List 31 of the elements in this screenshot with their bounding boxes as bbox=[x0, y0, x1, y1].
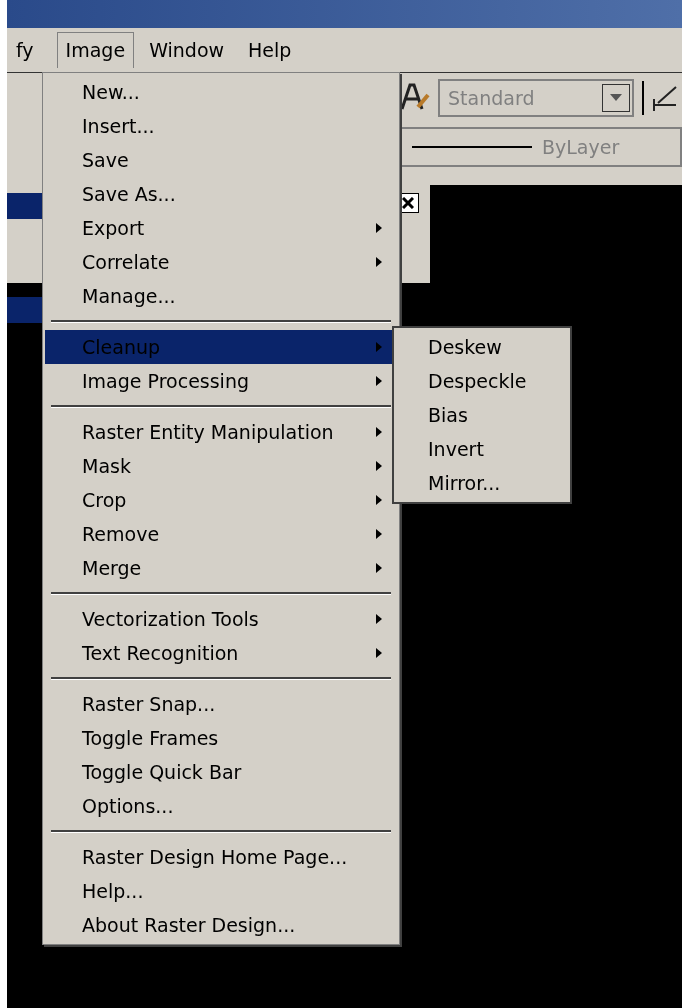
menu-bar-item[interactable]: Help bbox=[239, 31, 301, 69]
panel-title-bar bbox=[7, 297, 43, 323]
menu-item[interactable]: Manage... bbox=[45, 279, 397, 313]
menu-bar-item[interactable]: Window bbox=[140, 31, 234, 69]
dropdown-caret-icon[interactable] bbox=[602, 84, 630, 112]
menu-bar-item[interactable]: Image bbox=[56, 32, 135, 68]
menu-item[interactable]: Export bbox=[45, 211, 397, 245]
menu-item[interactable]: Remove bbox=[45, 517, 397, 551]
submenu-item[interactable]: Deskew bbox=[394, 330, 570, 364]
menu-item[interactable]: About Raster Design... bbox=[45, 908, 397, 942]
menu-item[interactable]: Insert... bbox=[45, 109, 397, 143]
menu-item[interactable]: Save bbox=[45, 143, 397, 177]
submenu-item[interactable]: Invert bbox=[394, 432, 570, 466]
menu-bar-item[interactable]: fy bbox=[7, 31, 43, 69]
submenu-item[interactable]: Despeckle bbox=[394, 364, 570, 398]
menu-item[interactable]: Toggle Quick Bar bbox=[45, 755, 397, 789]
menu-item[interactable]: Raster Snap... bbox=[45, 687, 397, 721]
menu-item[interactable]: Vectorization Tools bbox=[45, 602, 397, 636]
menu-item[interactable]: New... bbox=[45, 75, 397, 109]
panel-title-bar bbox=[7, 193, 43, 219]
menu-item[interactable]: Merge bbox=[45, 551, 397, 585]
menu-item[interactable]: Correlate bbox=[45, 245, 397, 279]
menu-item[interactable]: Text Recognition bbox=[45, 636, 397, 670]
submenu-item[interactable]: Bias bbox=[394, 398, 570, 432]
menu-item[interactable]: Toggle Frames bbox=[45, 721, 397, 755]
menu-item[interactable]: Raster Design Home Page... bbox=[45, 840, 397, 874]
menu-item[interactable]: Save As... bbox=[45, 177, 397, 211]
submenu-item[interactable]: Mirror... bbox=[394, 466, 570, 500]
menu-item[interactable]: Help... bbox=[45, 874, 397, 908]
dimension-icon bbox=[652, 83, 678, 113]
menu-item[interactable]: Options... bbox=[45, 789, 397, 823]
